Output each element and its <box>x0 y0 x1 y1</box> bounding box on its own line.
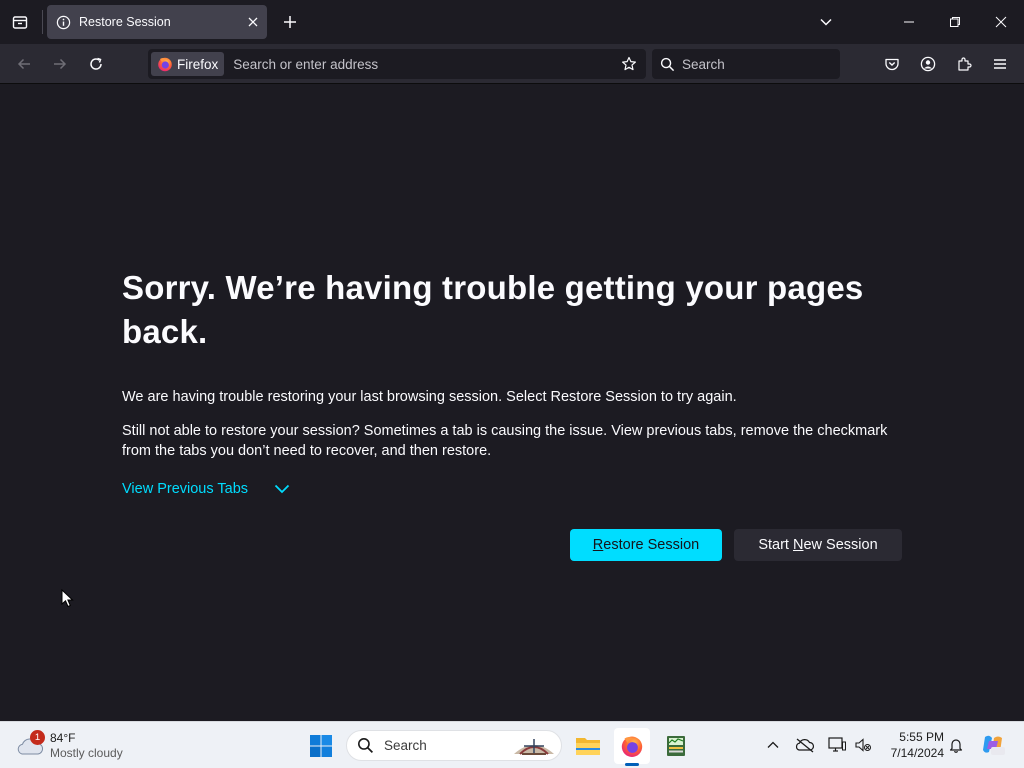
info-icon <box>55 14 71 30</box>
search-highlight-image <box>509 733 559 759</box>
firefox-logo-icon <box>157 56 173 72</box>
clock-date: 7/14/2024 <box>890 746 944 760</box>
screen: Restore Session Firefox Search or enter … <box>0 0 1024 768</box>
restore-access-key: R <box>592 537 604 553</box>
identity-box[interactable]: Firefox <box>151 52 225 76</box>
file-explorer-icon[interactable] <box>570 728 606 764</box>
weather-temperature: 84°F <box>50 731 76 745</box>
firefox-taskbar-icon[interactable] <box>614 728 650 766</box>
volume-muted-icon[interactable] <box>850 732 876 758</box>
copilot-icon[interactable] <box>978 732 1008 758</box>
search-placeholder: Search <box>682 56 725 72</box>
view-previous-tabs-toggle[interactable]: View Previous Tabs <box>122 481 290 497</box>
tab-strip-separator <box>42 10 43 34</box>
page-content: Sorry. We’re having trouble getting your… <box>0 85 1024 721</box>
restore-button-label: estore Session <box>603 537 700 553</box>
chevron-up-icon[interactable] <box>760 732 786 758</box>
notification-badge: 1 <box>30 730 45 745</box>
reload-icon[interactable] <box>80 48 112 80</box>
new-session-label-end: ew Session <box>803 537 878 553</box>
restore-window-icon[interactable] <box>932 0 978 44</box>
active-app-indicator <box>625 763 639 766</box>
weather-widget[interactable]: 1 84°F Mostly cloudy <box>16 728 123 764</box>
address-bar[interactable]: Firefox Search or enter address <box>148 49 646 79</box>
onedrive-offline-icon[interactable] <box>792 732 818 758</box>
search-icon <box>660 57 675 72</box>
tab-strip: Restore Session <box>0 0 1024 44</box>
cloud-icon: 1 <box>16 730 45 758</box>
chevron-down-icon[interactable] <box>803 0 849 44</box>
hamburger-menu-icon[interactable] <box>984 48 1016 80</box>
clock-time: 5:55 PM <box>899 730 944 744</box>
new-session-access-key: N <box>793 537 804 553</box>
view-previous-tabs-label: View Previous Tabs <box>122 481 249 497</box>
search-bar[interactable]: Search <box>652 49 840 79</box>
weather-text: 84°F Mostly cloudy <box>50 731 123 761</box>
troubleshoot-description: Still not able to restore your session? … <box>122 423 888 459</box>
search-icon <box>357 737 374 754</box>
pocket-icon[interactable] <box>876 48 908 80</box>
tab-list-icon[interactable] <box>0 0 40 44</box>
taskbar: 1 84°F Mostly cloudy Search 5:55 PM 7/14… <box>0 721 1024 768</box>
new-session-label-start: Start <box>758 537 793 553</box>
chevron-down-icon <box>274 483 290 495</box>
taskbar-search-label: Search <box>384 738 427 753</box>
extensions-icon[interactable] <box>948 48 980 80</box>
url-input[interactable]: Search or enter address <box>233 57 615 72</box>
back-arrow-icon[interactable] <box>8 48 40 80</box>
star-icon[interactable] <box>615 50 643 78</box>
windows-start-icon[interactable] <box>306 731 336 761</box>
plus-icon[interactable] <box>276 8 304 36</box>
weather-condition: Mostly cloudy <box>50 746 123 760</box>
tab-title: Restore Session <box>79 15 171 29</box>
close-icon[interactable] <box>239 8 267 36</box>
page-title: Sorry. We’re having trouble getting your… <box>122 269 864 350</box>
tab-restore-session[interactable]: Restore Session <box>47 5 267 39</box>
start-new-session-button[interactable]: Start New Session <box>734 529 902 561</box>
restore-session-button[interactable]: Restore Session <box>570 529 722 561</box>
notification-bell-icon[interactable] <box>943 732 969 758</box>
minimize-icon[interactable] <box>886 0 932 44</box>
navigation-toolbar: Firefox Search or enter address Search <box>0 44 1024 84</box>
identity-label: Firefox <box>177 56 219 72</box>
account-icon[interactable] <box>912 48 944 80</box>
taskbar-search-box[interactable]: Search <box>346 730 562 761</box>
network-icon[interactable] <box>824 732 850 758</box>
close-icon[interactable] <box>978 0 1024 44</box>
restore-description: We are having trouble restoring your las… <box>122 389 737 405</box>
system-clock[interactable]: 5:55 PM 7/14/2024 <box>880 729 944 761</box>
forward-arrow-icon[interactable] <box>44 48 76 80</box>
mouse-cursor-icon <box>61 588 75 614</box>
task-manager-icon[interactable] <box>658 728 694 764</box>
